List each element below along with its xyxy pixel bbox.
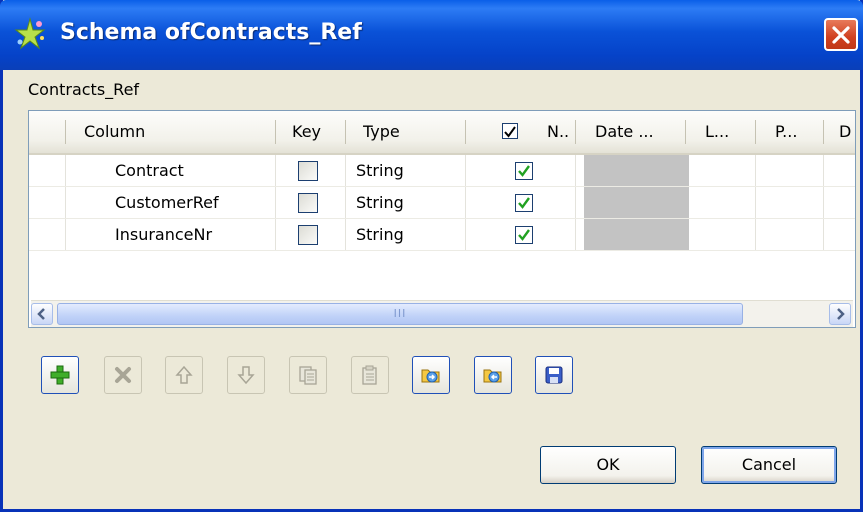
paste-icon — [362, 365, 377, 385]
move-up-button[interactable] — [165, 356, 203, 394]
chevron-right-icon — [837, 308, 845, 320]
plus-icon — [50, 365, 70, 385]
table-row[interactable]: InsuranceNr String — [29, 219, 855, 251]
nullable-checkbox[interactable] — [515, 226, 533, 244]
select-all-nullable-checkbox[interactable] — [502, 123, 518, 139]
header-column[interactable]: Column — [84, 111, 145, 153]
ok-button[interactable]: OK — [540, 446, 676, 484]
window-title: Schema ofContracts_Ref — [60, 20, 362, 45]
save-schema-button[interactable] — [535, 356, 573, 394]
import-schema-button[interactable] — [412, 356, 450, 394]
arrow-down-icon — [237, 366, 255, 385]
schema-name-label: Contracts_Ref — [28, 80, 140, 99]
import-icon — [421, 369, 440, 383]
column-name-cell[interactable]: CustomerRef — [115, 187, 219, 218]
date-pattern-cell — [584, 155, 689, 186]
table-row[interactable]: Contract String — [29, 155, 855, 187]
x-icon — [115, 367, 131, 383]
close-icon — [832, 26, 850, 44]
move-down-button[interactable] — [227, 356, 265, 394]
header-length[interactable]: L... — [705, 111, 729, 153]
header-default[interactable]: D — [839, 111, 851, 153]
checkmark-icon — [518, 197, 530, 209]
checkmark-icon — [518, 165, 530, 177]
type-cell[interactable]: String — [356, 155, 404, 186]
export-icon — [483, 369, 502, 383]
add-row-button[interactable] — [41, 356, 79, 394]
column-name-cell[interactable]: InsuranceNr — [115, 219, 212, 250]
key-checkbox[interactable] — [298, 225, 318, 245]
floppy-disk-icon — [545, 366, 563, 384]
copy-icon — [299, 366, 317, 385]
paste-button[interactable] — [351, 356, 389, 394]
column-name-cell[interactable]: Contract — [115, 155, 184, 186]
horizontal-scrollbar[interactable]: III — [31, 300, 853, 327]
header-key[interactable]: Key — [292, 111, 321, 153]
header-nullable[interactable]: N.. — [547, 111, 569, 153]
type-cell[interactable]: String — [356, 187, 404, 218]
star-sparkle-icon — [14, 17, 46, 50]
scrollbar-grip: III — [393, 307, 407, 320]
date-pattern-cell — [584, 187, 689, 218]
scroll-right-button[interactable] — [829, 303, 851, 325]
nullable-checkbox[interactable] — [515, 194, 533, 212]
scrollbar-thumb[interactable]: III — [57, 303, 743, 325]
copy-button[interactable] — [289, 356, 327, 394]
date-pattern-cell — [584, 219, 689, 250]
cancel-button[interactable]: Cancel — [701, 446, 837, 484]
type-cell[interactable]: String — [356, 219, 404, 250]
arrow-up-icon — [175, 365, 193, 384]
header-date-pattern[interactable]: Date ... — [595, 111, 654, 153]
title-bar[interactable]: Schema ofContracts_Ref — [0, 0, 863, 70]
schema-table[interactable]: Column Key Type N.. Date ... L... P... D… — [28, 110, 856, 328]
checkmark-icon — [518, 229, 530, 241]
chevron-left-icon — [37, 308, 45, 320]
close-button[interactable] — [824, 18, 858, 51]
export-schema-button[interactable] — [474, 356, 512, 394]
key-checkbox[interactable] — [298, 161, 318, 181]
header-type[interactable]: Type — [363, 111, 400, 153]
checkmark-icon — [504, 126, 516, 138]
header-precision[interactable]: P... — [775, 111, 797, 153]
key-checkbox[interactable] — [298, 193, 318, 213]
schema-dialog: Schema ofContracts_Ref Contracts_Ref Col… — [0, 0, 863, 512]
delete-row-button[interactable] — [104, 356, 142, 394]
nullable-checkbox[interactable] — [515, 162, 533, 180]
table-row[interactable]: CustomerRef String — [29, 187, 855, 219]
scroll-left-button[interactable] — [31, 303, 53, 325]
table-header: Column Key Type N.. Date ... L... P... D — [29, 111, 855, 155]
